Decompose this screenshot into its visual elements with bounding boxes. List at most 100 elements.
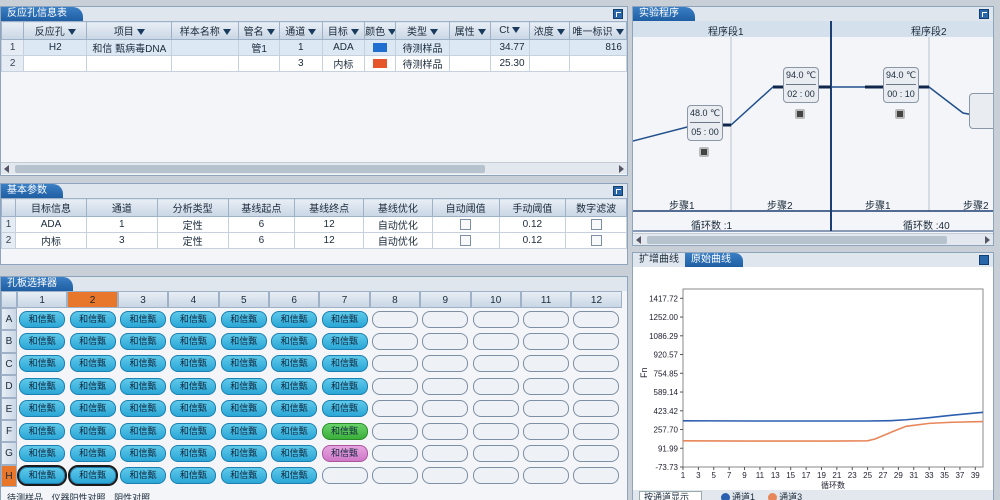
cell-attr[interactable] <box>449 55 491 72</box>
plate-well[interactable] <box>420 375 470 397</box>
cell-manual[interactable]: 0.12 <box>498 216 567 233</box>
plate-well[interactable]: 和信甄 <box>17 420 67 442</box>
plate-well[interactable]: 和信甄 <box>219 398 269 420</box>
plate-well[interactable]: 和信甄 <box>269 330 319 352</box>
plate-well[interactable]: 和信甄 <box>168 398 218 420</box>
plate-well[interactable]: 和信甄 <box>168 353 218 375</box>
reaction-info-scrollbar[interactable] <box>1 162 627 174</box>
filter-icon[interactable] <box>477 29 486 36</box>
plate-row-header[interactable]: E <box>1 397 17 420</box>
plate-well[interactable] <box>521 375 571 397</box>
plate-well[interactable]: 和信甄 <box>319 375 369 397</box>
plate-column-header[interactable]: 5 <box>218 291 269 308</box>
plate-well[interactable] <box>370 308 420 330</box>
plate-well[interactable]: 和信甄 <box>17 375 67 397</box>
scroll-thumb[interactable] <box>15 165 485 173</box>
plate-well[interactable]: 和信甄 <box>168 442 218 464</box>
plate-column-header[interactable]: 2 <box>67 291 118 308</box>
column-header[interactable]: 样本名称 <box>171 21 240 40</box>
plate-well[interactable]: 和信甄 <box>17 353 67 375</box>
plate-corner[interactable] <box>1 291 17 308</box>
plate-well[interactable] <box>471 308 521 330</box>
plate-well[interactable] <box>571 465 621 487</box>
plate-well[interactable]: 和信甄 <box>118 465 168 487</box>
plate-well[interactable]: 和信甄 <box>269 420 319 442</box>
step-box[interactable] <box>969 93 993 129</box>
color-cell[interactable] <box>364 55 396 72</box>
filter-icon[interactable] <box>67 29 76 36</box>
plate-well[interactable]: 和信甄 <box>269 465 319 487</box>
scroll-left-icon[interactable] <box>4 165 9 173</box>
filter-icon[interactable] <box>512 27 521 34</box>
auto-threshold-cell[interactable] <box>431 216 500 233</box>
tab-amplification[interactable]: 扩增曲线 <box>633 253 685 267</box>
cell-attr[interactable] <box>449 39 491 56</box>
plate-well[interactable] <box>471 442 521 464</box>
plate-well[interactable]: 和信甄 <box>219 442 269 464</box>
plate-well[interactable] <box>370 442 420 464</box>
plate-well[interactable] <box>370 398 420 420</box>
plate-column-header[interactable]: 11 <box>520 291 572 308</box>
plate-well[interactable] <box>319 465 369 487</box>
column-header[interactable]: 通道 <box>278 21 323 40</box>
cell-opt[interactable]: 自动优化 <box>363 216 433 233</box>
plate-well[interactable]: 和信甄 <box>118 420 168 442</box>
plate-row-header[interactable]: B <box>1 330 17 353</box>
filter-icon[interactable] <box>308 29 317 36</box>
column-header[interactable]: 管名 <box>238 21 280 40</box>
tab-raw-curve[interactable]: 原始曲线 <box>685 253 743 267</box>
cell-uid[interactable] <box>569 55 627 72</box>
plate-well[interactable] <box>420 465 470 487</box>
column-header[interactable]: 浓度 <box>528 21 571 40</box>
plate-well[interactable]: 和信甄 <box>269 398 319 420</box>
plate-well[interactable] <box>420 398 470 420</box>
plate-well[interactable] <box>420 442 470 464</box>
cell-ct[interactable]: 34.77 <box>489 39 530 56</box>
cell-target[interactable]: ADA <box>15 216 87 233</box>
column-header[interactable]: 反应孔 <box>23 21 88 40</box>
channel-display-select[interactable]: 按通道显示 <box>639 491 703 500</box>
plate-well[interactable]: 和信甄 <box>17 308 67 330</box>
plate-well[interactable] <box>471 420 521 442</box>
scroll-right-icon[interactable] <box>619 165 624 173</box>
filter-icon[interactable] <box>266 29 275 36</box>
plate-well[interactable]: 和信甄 <box>168 465 218 487</box>
checkbox[interactable] <box>460 218 472 230</box>
plate-well[interactable] <box>370 330 420 352</box>
cell-start[interactable]: 6 <box>227 216 296 233</box>
plate-well[interactable] <box>471 398 521 420</box>
filter-icon[interactable] <box>615 29 624 36</box>
step-box[interactable]: 48.0 ℃ 05 : 00 <box>687 105 723 141</box>
cell-tube[interactable] <box>238 55 280 72</box>
plate-well[interactable]: 和信甄 <box>67 375 117 397</box>
cell-manual[interactable]: 0.12 <box>498 232 567 249</box>
filter-icon[interactable] <box>222 29 231 36</box>
plate-well[interactable]: 和信甄 <box>319 420 369 442</box>
cell-start[interactable]: 6 <box>227 232 296 249</box>
column-header[interactable]: 类型 <box>394 21 451 40</box>
plate-well[interactable]: 和信甄 <box>168 420 218 442</box>
cell-item[interactable]: 和信 甄病毒DNA <box>86 39 173 56</box>
scroll-right-icon[interactable] <box>985 236 990 244</box>
channel-1-legend-icon[interactable] <box>720 493 730 500</box>
scroll-thumb[interactable] <box>647 236 947 244</box>
table-row[interactable]: 2 内标 3 定性 6 12 自动优化 0.12 <box>1 232 627 249</box>
program-scrollbar[interactable] <box>633 233 993 245</box>
plate-well[interactable] <box>521 465 571 487</box>
cell-sample[interactable] <box>171 39 240 56</box>
cell-uid[interactable]: 816 <box>569 39 627 56</box>
column-header[interactable]: 目标 <box>321 21 366 40</box>
plate-well[interactable]: 和信甄 <box>17 330 67 352</box>
plate-well[interactable] <box>521 398 571 420</box>
plate-column-header[interactable]: 7 <box>319 291 370 308</box>
cell-conc[interactable] <box>528 55 571 72</box>
plate-well[interactable]: 和信甄 <box>168 375 218 397</box>
plate-well[interactable]: 和信甄 <box>118 442 168 464</box>
plate-well[interactable]: 和信甄 <box>67 420 117 442</box>
plate-column-header[interactable]: 12 <box>571 291 622 308</box>
plate-well[interactable]: 和信甄 <box>118 330 168 352</box>
cell-analysis[interactable]: 定性 <box>156 232 229 249</box>
checkbox[interactable] <box>590 218 602 230</box>
plate-well[interactable] <box>420 308 470 330</box>
plate-well[interactable]: 和信甄 <box>319 398 369 420</box>
